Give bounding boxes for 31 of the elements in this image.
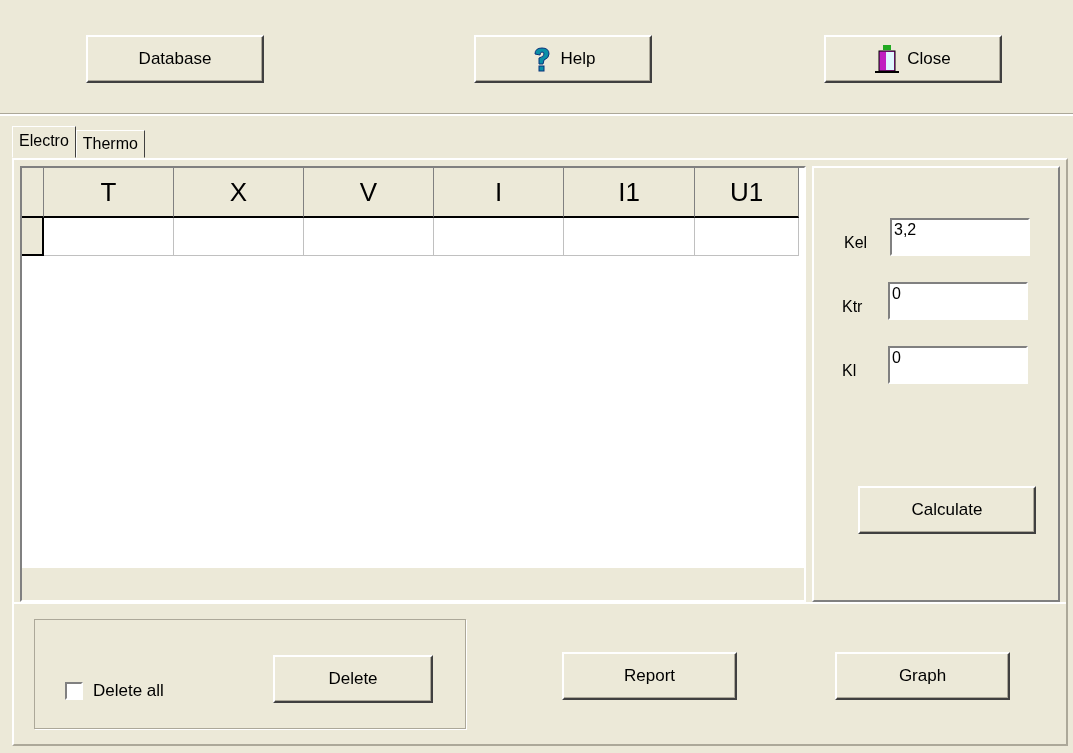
delete-button[interactable]: Delete (273, 655, 433, 703)
report-button[interactable]: Report (562, 652, 737, 700)
column-header[interactable]: T (44, 168, 174, 218)
coefficient-field[interactable]: 0 (888, 346, 1028, 384)
column-header[interactable]: I (434, 168, 564, 218)
coefficient-label: Kl (842, 361, 858, 380)
coefficient-field[interactable]: 0 (888, 282, 1028, 320)
close-button[interactable]: Close (824, 35, 1002, 83)
table-cell[interactable] (434, 218, 564, 256)
column-header[interactable]: U1 (695, 168, 799, 218)
table-cell[interactable] (44, 218, 174, 256)
table-cell[interactable] (695, 218, 799, 256)
row-header[interactable] (22, 218, 44, 256)
tab[interactable]: Electro (12, 126, 76, 158)
database-button[interactable]: Database (86, 35, 264, 83)
table-cell[interactable] (174, 218, 304, 256)
table-cell[interactable] (564, 218, 695, 256)
table-cell[interactable] (304, 218, 434, 256)
graph-button[interactable]: Graph (835, 652, 1010, 700)
help-button[interactable]: Help (474, 35, 652, 83)
coefficient-label: Kel (844, 233, 869, 252)
calculate-button[interactable]: Calculate (858, 486, 1036, 534)
coefficient-field[interactable]: 3,2 (890, 218, 1030, 256)
column-header[interactable]: V (304, 168, 434, 218)
column-header[interactable]: X (174, 168, 304, 218)
tab[interactable]: Thermo (75, 130, 145, 158)
checkbox-label: Delete all (93, 681, 164, 701)
door-exit-icon (875, 44, 900, 74)
checkbox[interactable] (65, 682, 83, 700)
column-header[interactable]: I1 (564, 168, 695, 218)
coefficient-label: Ktr (842, 297, 864, 316)
